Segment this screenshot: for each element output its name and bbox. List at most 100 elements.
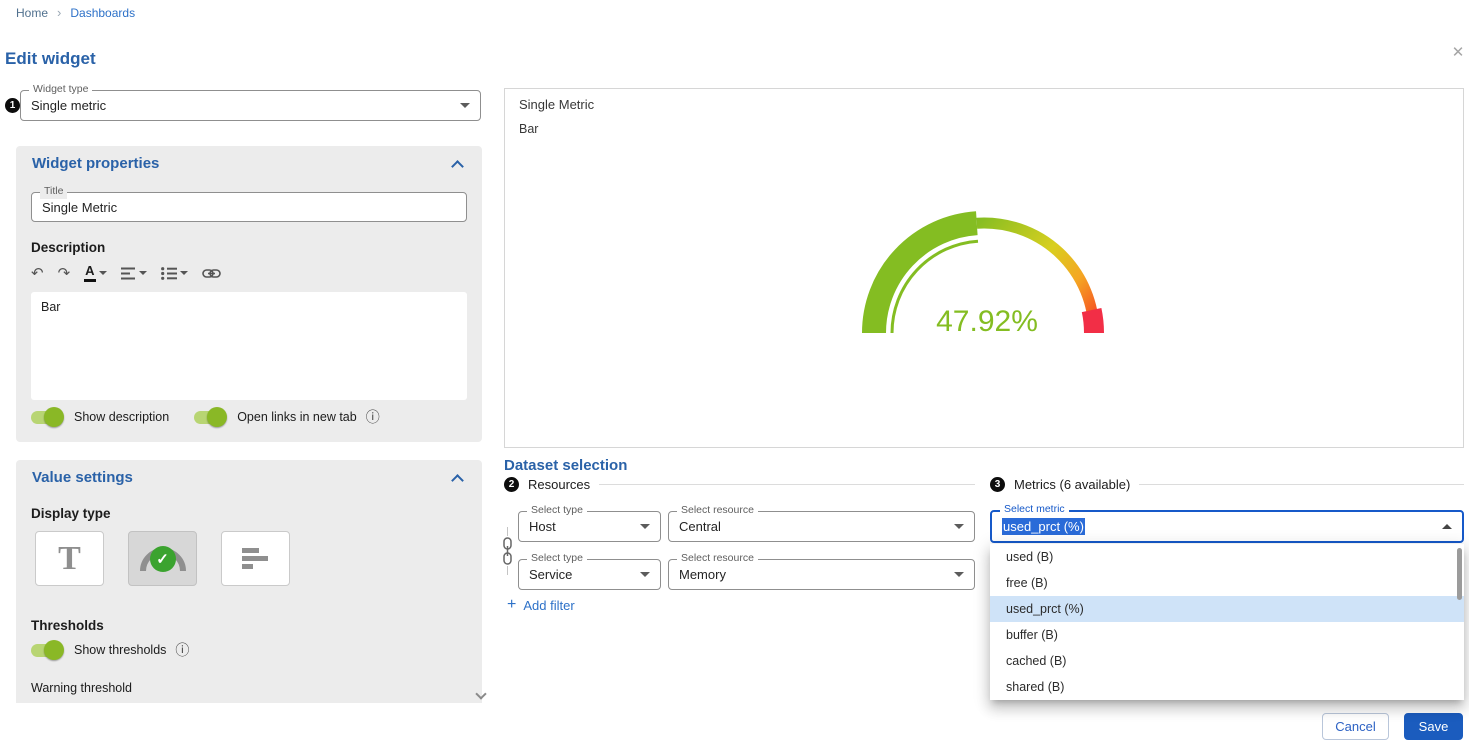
open-links-new-tab-label: Open links in new tab (237, 410, 357, 424)
widget-type-value: Single metric (31, 98, 452, 113)
info-icon[interactable]: ⓘ (175, 643, 189, 657)
resource-link-badge (500, 536, 515, 566)
select-type-value: Service (529, 567, 632, 582)
open-links-new-tab-toggle[interactable] (194, 411, 225, 424)
metrics-label: Metrics (6 available) (1014, 477, 1130, 492)
menu-option-selected[interactable]: used_prct (%) (990, 596, 1464, 622)
select-metric-label: Select metric (1000, 503, 1069, 517)
undo-button[interactable]: ↶ (26, 264, 49, 283)
display-type-text-option[interactable]: T (35, 531, 104, 586)
menu-option[interactable]: cached (B) (990, 648, 1464, 674)
divider (599, 484, 975, 485)
collapse-widget-properties-icon[interactable] (451, 160, 464, 173)
select-type-label: Select type (527, 552, 587, 566)
add-filter-button[interactable]: + Add filter (507, 597, 575, 613)
dataset-selection-heading: Dataset selection (504, 457, 627, 474)
chevron-down-icon (640, 572, 650, 577)
metrics-header: 3 Metrics (6 available) (990, 477, 1464, 492)
description-label: Description (31, 240, 105, 255)
selected-check-icon: ✓ (150, 546, 176, 572)
resources-header: 2 Resources (504, 477, 975, 492)
chevron-down-icon (954, 524, 964, 529)
select-type-value: Host (529, 519, 632, 534)
link-icon (202, 266, 221, 281)
show-description-label: Show description (74, 410, 169, 424)
show-thresholds-label: Show thresholds (74, 643, 166, 657)
close-icon[interactable]: ✕ (1448, 43, 1468, 63)
display-type-bar-option[interactable] (221, 531, 290, 586)
list-button[interactable] (156, 265, 193, 282)
chevron-down-icon (640, 524, 650, 529)
thresholds-toggle-row: Show thresholds ⓘ (31, 643, 189, 657)
chevron-down-icon (180, 271, 188, 275)
preview-description: Bar (519, 122, 538, 136)
resources-label: Resources (528, 477, 590, 492)
insert-link-button[interactable] (197, 264, 226, 283)
metric-select[interactable]: Select metric used_prct (%) (990, 510, 1464, 543)
title-input[interactable]: Title Single Metric (31, 192, 467, 222)
plus-icon: + (507, 597, 516, 613)
text-color-button[interactable]: A (79, 262, 111, 283)
show-description-toggle[interactable] (31, 411, 62, 424)
metric-options-menu: used (B) free (B) used_prct (%) buffer (… (990, 544, 1464, 700)
info-icon[interactable]: ⓘ (366, 410, 380, 424)
redo-button[interactable]: ↷ (53, 264, 76, 283)
resource-type-select-2[interactable]: Select type Service (518, 559, 661, 590)
cancel-button[interactable]: Cancel (1322, 713, 1389, 740)
align-left-icon (121, 267, 136, 280)
chain-link-icon (501, 537, 514, 565)
chevron-up-icon (1442, 524, 1452, 529)
description-toggles: Show description Open links in new tab ⓘ (31, 410, 380, 424)
menu-scrollbar-thumb[interactable] (1457, 548, 1462, 600)
display-type-gauge-option[interactable]: ✓ (128, 531, 197, 586)
undo-icon: ↶ (31, 266, 44, 281)
align-button[interactable] (116, 265, 152, 282)
save-button[interactable]: Save (1404, 713, 1463, 740)
step-3-badge: 3 (990, 477, 1005, 492)
text-display-icon: T (58, 542, 81, 576)
widget-properties-heading: Widget properties (32, 155, 159, 172)
show-thresholds-toggle[interactable] (31, 644, 62, 657)
value-settings-section: Value settings Display type T ✓ Thre (16, 460, 482, 703)
chevron-down-icon (460, 103, 470, 108)
widget-type-select[interactable]: Widget type Single metric (20, 90, 481, 121)
display-type-label: Display type (31, 506, 111, 521)
chevron-down-icon (954, 572, 964, 577)
collapse-value-settings-icon[interactable] (451, 474, 464, 487)
menu-option[interactable]: free (B) (990, 570, 1464, 596)
preview-title: Single Metric (519, 97, 594, 112)
bar-display-icon (242, 548, 270, 570)
step-2-badge: 2 (504, 477, 519, 492)
resource-select-2[interactable]: Select resource Memory (668, 559, 975, 590)
select-resource-value: Central (679, 519, 946, 534)
breadcrumb-dashboards-link[interactable]: Dashboards (70, 6, 135, 20)
select-resource-label: Select resource (677, 552, 758, 566)
menu-option[interactable]: shared (B) (990, 674, 1464, 700)
resource-select-1[interactable]: Select resource Central (668, 511, 975, 542)
gauge-value: 47.92% (936, 305, 1038, 338)
value-settings-heading: Value settings (32, 469, 133, 486)
step-1-badge: 1 (5, 98, 20, 113)
warning-threshold-label: Warning threshold (31, 681, 132, 695)
resource-type-select-1[interactable]: Select type Host (518, 511, 661, 542)
select-resource-value: Memory (679, 567, 946, 582)
description-editor[interactable]: Bar (31, 292, 467, 400)
breadcrumb-chevron-icon: › (57, 5, 61, 20)
edit-widget-page: Home › Dashboards Edit widget ✕ 1 Widget… (0, 0, 1469, 743)
widget-preview-panel: Single Metric Bar 47.92% (504, 88, 1464, 448)
menu-option[interactable]: used (B) (990, 544, 1464, 570)
metric-select-value: used_prct (%) (1002, 518, 1085, 535)
menu-option[interactable]: buffer (B) (990, 622, 1464, 648)
select-resource-label: Select resource (677, 504, 758, 518)
title-input-value: Single Metric (42, 200, 456, 215)
divider (1139, 484, 1464, 485)
breadcrumb-home-link[interactable]: Home (16, 6, 48, 20)
widget-properties-section: Widget properties Title Single Metric De… (16, 146, 482, 442)
richtext-toolbar: ↶ ↷ A (26, 260, 226, 286)
chevron-down-icon (139, 271, 147, 275)
text-color-icon: A (84, 264, 95, 281)
bulleted-list-icon (161, 267, 177, 280)
add-filter-label: Add filter (523, 598, 574, 613)
redo-icon: ↷ (58, 266, 71, 281)
select-type-label: Select type (527, 504, 587, 518)
